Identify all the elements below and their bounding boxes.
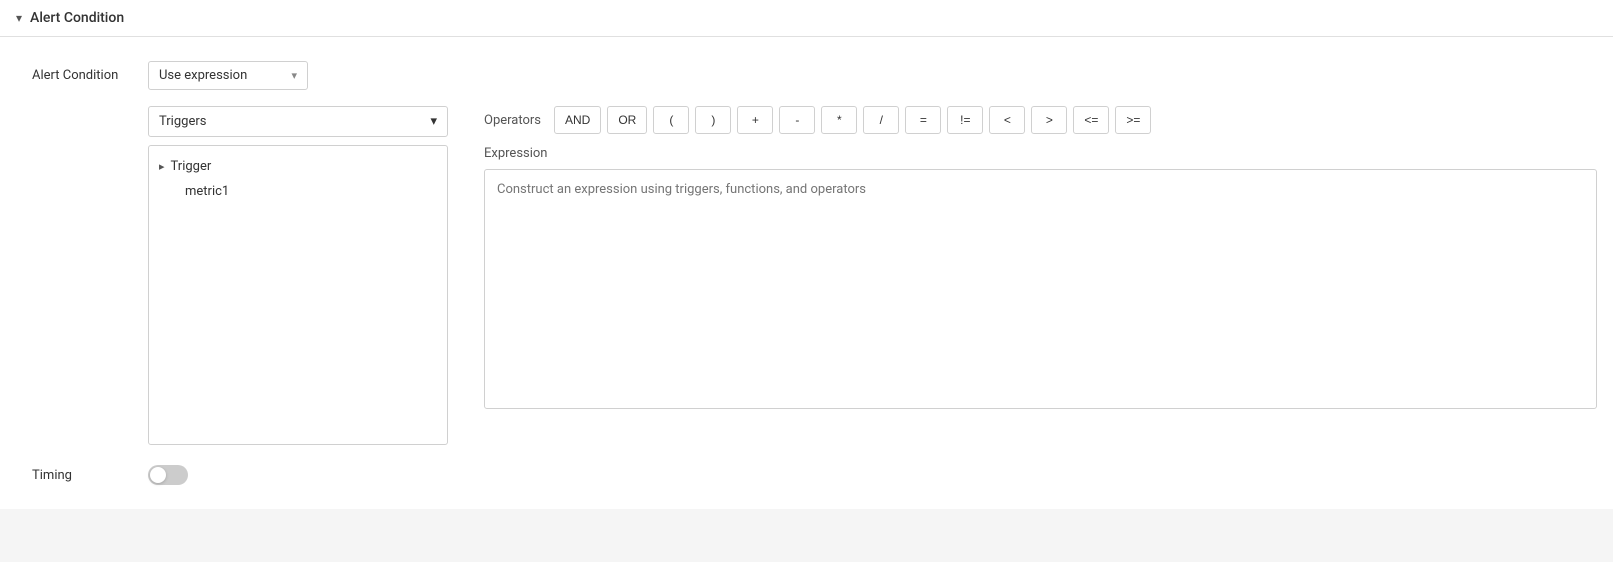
two-col-area: Triggers ▾ ▸ Trigger metric1: [0, 106, 1613, 445]
op-lte-button[interactable]: <=: [1073, 106, 1109, 134]
op-lt-button[interactable]: <: [989, 106, 1025, 134]
triggers-dropdown[interactable]: Triggers ▾: [148, 106, 448, 137]
op-open-paren-button[interactable]: (: [653, 106, 689, 134]
triggers-dropdown-chevron-icon: ▾: [430, 114, 437, 129]
op-divide-button[interactable]: /: [863, 106, 899, 134]
op-minus-button[interactable]: -: [779, 106, 815, 134]
tree-child-item[interactable]: metric1: [149, 179, 447, 204]
tree-area: ▸ Trigger metric1: [148, 145, 448, 445]
op-plus-button[interactable]: +: [737, 106, 773, 134]
section-title: Alert Condition: [30, 10, 124, 26]
op-and-button[interactable]: AND: [554, 106, 601, 134]
op-close-paren-button[interactable]: ): [695, 106, 731, 134]
op-or-button[interactable]: OR: [607, 106, 647, 134]
timing-toggle[interactable]: [148, 465, 188, 485]
main-content: Alert Condition Use expression ▾ Trigger…: [0, 37, 1613, 509]
triggers-dropdown-value: Triggers: [159, 114, 206, 129]
operators-row: Operators AND OR ( ) + - * / = != < > <=…: [484, 106, 1597, 134]
condition-dropdown-chevron-icon: ▾: [291, 69, 297, 82]
left-panel: Triggers ▾ ▸ Trigger metric1: [148, 106, 468, 445]
operators-label: Operators: [484, 113, 544, 128]
alert-condition-label: Alert Condition: [32, 68, 132, 83]
op-gte-button[interactable]: >=: [1115, 106, 1151, 134]
timing-row: Timing: [0, 445, 1613, 485]
collapse-icon[interactable]: ▾: [16, 11, 22, 25]
page-wrapper: ▾ Alert Condition Alert Condition Use ex…: [0, 0, 1613, 562]
alert-condition-row: Alert Condition Use expression ▾: [0, 61, 1613, 106]
toggle-knob: [150, 467, 166, 483]
condition-dropdown-value: Use expression: [159, 68, 247, 83]
expression-section: Expression: [484, 146, 1597, 413]
tree-arrow-icon: ▸: [159, 160, 165, 173]
expression-textarea[interactable]: [484, 169, 1597, 409]
tree-root-label: Trigger: [171, 159, 212, 174]
timing-label: Timing: [32, 468, 132, 483]
op-notequal-button[interactable]: !=: [947, 106, 983, 134]
right-panel: Operators AND OR ( ) + - * / = != < > <=…: [468, 106, 1597, 445]
op-multiply-button[interactable]: *: [821, 106, 857, 134]
condition-dropdown[interactable]: Use expression ▾: [148, 61, 308, 90]
op-equal-button[interactable]: =: [905, 106, 941, 134]
section-header: ▾ Alert Condition: [0, 0, 1613, 37]
expression-label: Expression: [484, 146, 1597, 161]
tree-child-label: metric1: [185, 184, 229, 199]
tree-root-item[interactable]: ▸ Trigger: [149, 154, 447, 179]
op-gt-button[interactable]: >: [1031, 106, 1067, 134]
